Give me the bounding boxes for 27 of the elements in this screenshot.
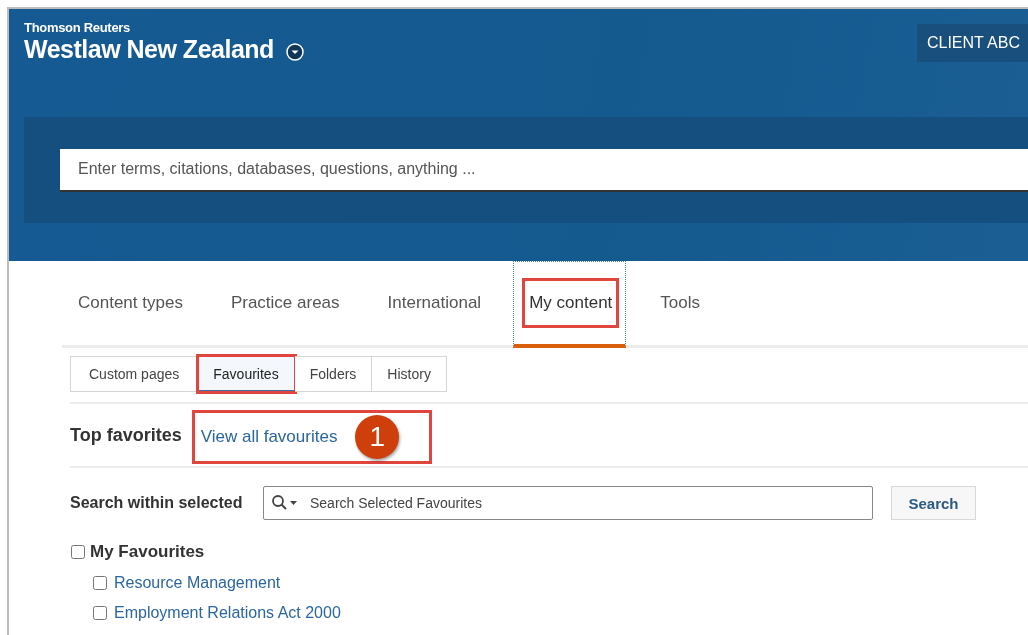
nav-tab[interactable]: Tools <box>644 261 714 348</box>
brand-name: Thomson Reuters <box>24 21 131 35</box>
nav-tab[interactable]: My content <box>513 261 627 348</box>
dropdown-icon[interactable] <box>285 43 304 61</box>
favourites-search-field[interactable]: Search Selected Favourites <box>263 486 873 520</box>
search-icon[interactable] <box>271 494 299 512</box>
checkbox[interactable] <box>93 606 107 620</box>
callout-badge: 1 <box>355 415 400 459</box>
favourite-link[interactable]: Employment Relations Act 2000 <box>114 604 341 622</box>
section-title: Top favorites <box>70 424 182 446</box>
nav-tab[interactable]: International <box>371 261 496 348</box>
favourite-link[interactable]: Resource Management <box>114 574 281 592</box>
search-within-label: Search within selected <box>70 494 244 512</box>
checkbox[interactable] <box>71 545 85 559</box>
client-button[interactable]: CLIENT ABC <box>916 24 1028 62</box>
checkbox[interactable] <box>93 576 107 590</box>
product-name: Westlaw New Zealand <box>24 35 274 63</box>
search-button[interactable]: Search <box>891 486 976 520</box>
view-all-link[interactable]: View all favourites <box>200 427 338 447</box>
sub-tab[interactable]: Custom pages <box>70 356 199 392</box>
nav-tab[interactable]: Practice areas <box>214 261 354 348</box>
sub-tab[interactable]: Folders <box>294 356 373 392</box>
sub-tab[interactable]: Favourites <box>198 356 295 392</box>
folder-label: My Favourites <box>90 542 205 562</box>
sub-tab[interactable]: History <box>372 356 447 392</box>
search-field[interactable]: Enter terms, citations, databases, questions, anything ... <box>60 148 1028 192</box>
nav-tab[interactable]: Content types <box>62 261 197 348</box>
